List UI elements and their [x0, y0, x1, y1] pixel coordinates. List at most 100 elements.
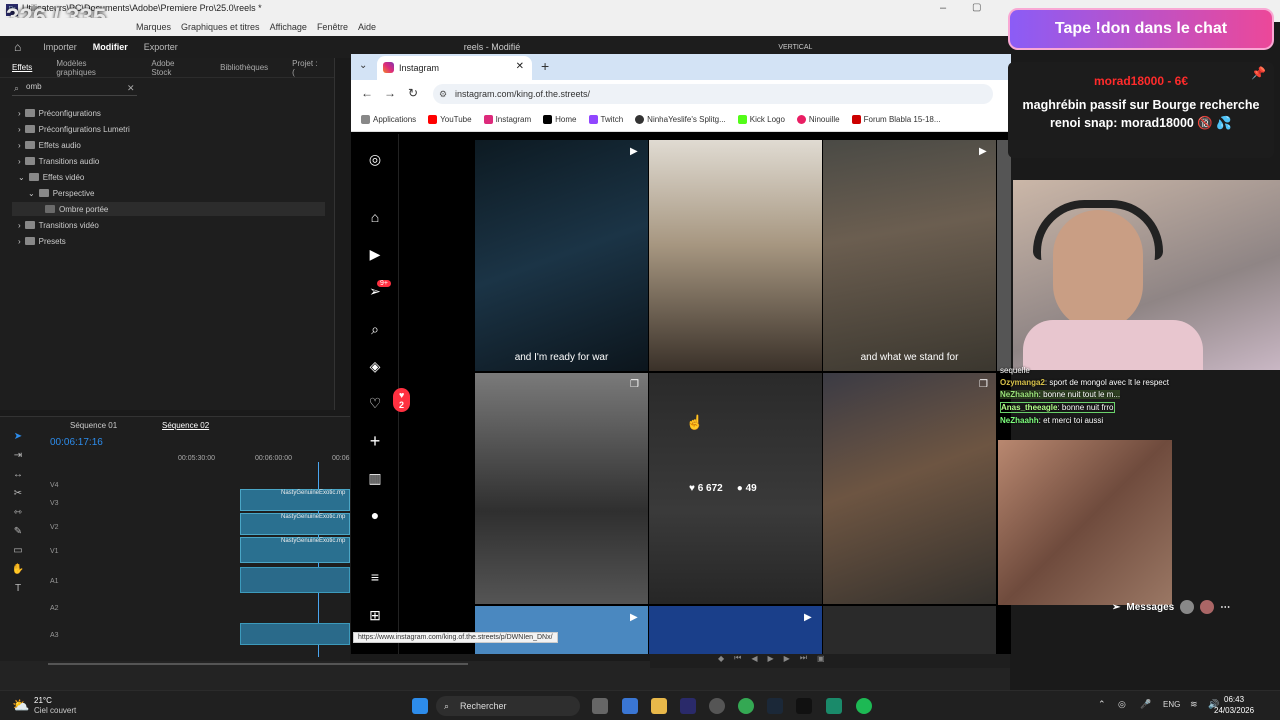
- post-thumbnail[interactable]: [475, 373, 648, 604]
- bookmark-youtube[interactable]: YouTube: [428, 115, 472, 124]
- pen-icon[interactable]: ✎: [11, 526, 25, 540]
- step-back-icon[interactable]: ⏮: [734, 653, 741, 663]
- tab-modifier[interactable]: Modifier: [85, 42, 136, 52]
- bookmark-applications[interactable]: Applications: [361, 115, 416, 124]
- file-explorer-icon[interactable]: [651, 698, 667, 714]
- windows-start-icon[interactable]: [412, 698, 428, 714]
- ripple-edit-icon[interactable]: ↔: [11, 469, 25, 483]
- bookmark-twitch[interactable]: Twitch: [588, 115, 623, 124]
- tab-projet[interactable]: Projet : (: [280, 59, 334, 77]
- obs-icon[interactable]: [709, 698, 725, 714]
- explore-icon[interactable]: ◈: [366, 357, 384, 375]
- address-bar[interactable]: ⚙ instagram.com/king.of.the.streets/: [433, 84, 993, 104]
- tree-item-perspective[interactable]: ⌄ Perspective: [28, 186, 95, 200]
- copilot-icon[interactable]: [622, 698, 638, 714]
- language-indicator[interactable]: ENG: [1163, 700, 1180, 709]
- video-clip[interactable]: NastyGenuineExotic.mp: [240, 513, 350, 535]
- play-icon[interactable]: ▶: [768, 654, 774, 663]
- audio-clip[interactable]: [240, 623, 350, 645]
- dashboard-icon[interactable]: ▥: [366, 469, 384, 487]
- post-thumbnail[interactable]: and what we stand for: [823, 140, 996, 371]
- effects-search-input[interactable]: omb: [12, 82, 137, 96]
- video-clip[interactable]: NastyGenuineExotic.mp: [240, 489, 350, 511]
- tab-sequence-01[interactable]: Séquence 01: [70, 421, 117, 430]
- tab-adobe-stock[interactable]: Adobe Stock: [139, 59, 208, 77]
- menu-item-fenetre[interactable]: Fenêtre: [317, 22, 348, 32]
- profile-avatar-icon[interactable]: ●: [366, 506, 384, 524]
- frame-forward-icon[interactable]: ▶: [784, 654, 790, 663]
- browser-tab[interactable]: Instagram ✕: [377, 56, 532, 80]
- menu-item-affichage[interactable]: Affichage: [270, 22, 307, 32]
- frame-back-icon[interactable]: ◀: [751, 654, 757, 663]
- track-a3[interactable]: A3: [50, 625, 170, 645]
- tab-modeles[interactable]: Modèles graphiques: [44, 59, 139, 77]
- threads-icon[interactable]: ⊞: [366, 606, 384, 624]
- marker-icon[interactable]: ◆: [718, 654, 724, 663]
- tree-item-transitions-audio[interactable]: › Transitions audio: [18, 154, 99, 168]
- new-tab-icon[interactable]: +: [541, 58, 549, 74]
- zoom-scrollbar[interactable]: [48, 663, 468, 665]
- minimize-icon[interactable]: –: [940, 2, 946, 14]
- tree-item-ombre-portee[interactable]: Ombre portée: [12, 202, 325, 216]
- post-thumbnail[interactable]: [649, 606, 822, 654]
- bookmark-home[interactable]: Home: [543, 115, 577, 124]
- create-icon[interactable]: +: [366, 432, 384, 450]
- track-a2[interactable]: A2: [50, 598, 170, 618]
- tree-item-effets-video[interactable]: ⌄ Effets vidéo: [18, 170, 84, 184]
- post-thumbnail[interactable]: [475, 606, 648, 654]
- tree-item-presets[interactable]: › Presets: [18, 234, 66, 248]
- menu-item-graphiques[interactable]: Graphiques et titres: [181, 22, 260, 32]
- clear-search-icon[interactable]: ✕: [127, 83, 135, 94]
- premiere-taskbar-icon[interactable]: [680, 698, 696, 714]
- track-v4[interactable]: V4: [50, 475, 170, 495]
- camera-icon[interactable]: ▣: [817, 654, 825, 663]
- selection-tool-icon[interactable]: ➤: [11, 431, 25, 445]
- track-select-icon[interactable]: ⇥: [11, 450, 25, 464]
- home-icon[interactable]: ⌂: [366, 208, 384, 226]
- hand-icon[interactable]: ✋: [11, 564, 25, 578]
- back-icon[interactable]: ←: [361, 86, 373, 100]
- tree-item-preconfig[interactable]: › Préconfigurations: [18, 106, 101, 120]
- site-info-icon[interactable]: ⚙: [439, 84, 447, 104]
- maximize-icon[interactable]: ▢: [972, 2, 981, 13]
- bookmark-splitgate[interactable]: NinhaYeslife's Splitg...: [635, 115, 726, 124]
- type-icon[interactable]: T: [11, 583, 25, 597]
- tab-importer[interactable]: Importer: [35, 42, 85, 52]
- video-clip[interactable]: NastyGenuineExotic.mp: [240, 537, 350, 563]
- app-icon[interactable]: [826, 698, 842, 714]
- bookmark-forum[interactable]: Forum Blabla 15-18...: [851, 115, 941, 124]
- step-forward-icon[interactable]: ⏭: [800, 653, 807, 663]
- track-v2[interactable]: V2: [50, 517, 170, 537]
- close-tab-icon[interactable]: ✕: [516, 61, 524, 72]
- rectangle-icon[interactable]: ▭: [11, 545, 25, 559]
- more-icon[interactable]: ⋯: [1220, 602, 1230, 613]
- steam-icon[interactable]: [767, 698, 783, 714]
- tab-list-icon[interactable]: ⌄: [359, 60, 367, 71]
- tree-item-effets-audio[interactable]: › Effets audio: [18, 138, 81, 152]
- reload-icon[interactable]: ↻: [408, 86, 418, 100]
- slip-icon[interactable]: ⇿: [11, 507, 25, 521]
- menu-item-aide[interactable]: Aide: [358, 22, 376, 32]
- spotify-icon[interactable]: [856, 698, 872, 714]
- bookmark-instagram[interactable]: Instagram: [483, 115, 531, 124]
- tab-effets[interactable]: Effets: [0, 63, 44, 72]
- menu-item-marques[interactable]: Marques: [136, 22, 171, 32]
- audio-clip[interactable]: [240, 567, 350, 593]
- clock-date[interactable]: 24/03/2026: [1214, 706, 1254, 715]
- wifi-icon[interactable]: ≋: [1190, 699, 1198, 710]
- weather-icon[interactable]: ⛅: [12, 697, 29, 714]
- search-icon[interactable]: ⌕: [366, 320, 384, 338]
- tab-sequence-02[interactable]: Séquence 02: [162, 421, 209, 430]
- reels-icon[interactable]: ▶: [366, 245, 384, 263]
- track-v1[interactable]: V1: [50, 541, 170, 561]
- task-view-icon[interactable]: [592, 698, 608, 714]
- tray-icon[interactable]: ◎: [1118, 699, 1126, 710]
- post-thumbnail[interactable]: [649, 140, 822, 371]
- chrome-icon[interactable]: [738, 698, 754, 714]
- timecode[interactable]: 00:06:17:16: [50, 437, 103, 448]
- bookmark-kick[interactable]: Kick Logo: [737, 115, 785, 124]
- tiktok-icon[interactable]: [796, 698, 812, 714]
- menu-icon[interactable]: ≡: [366, 568, 384, 586]
- tab-exporter[interactable]: Exporter: [136, 42, 186, 52]
- instagram-logo-icon[interactable]: ◎: [366, 150, 384, 168]
